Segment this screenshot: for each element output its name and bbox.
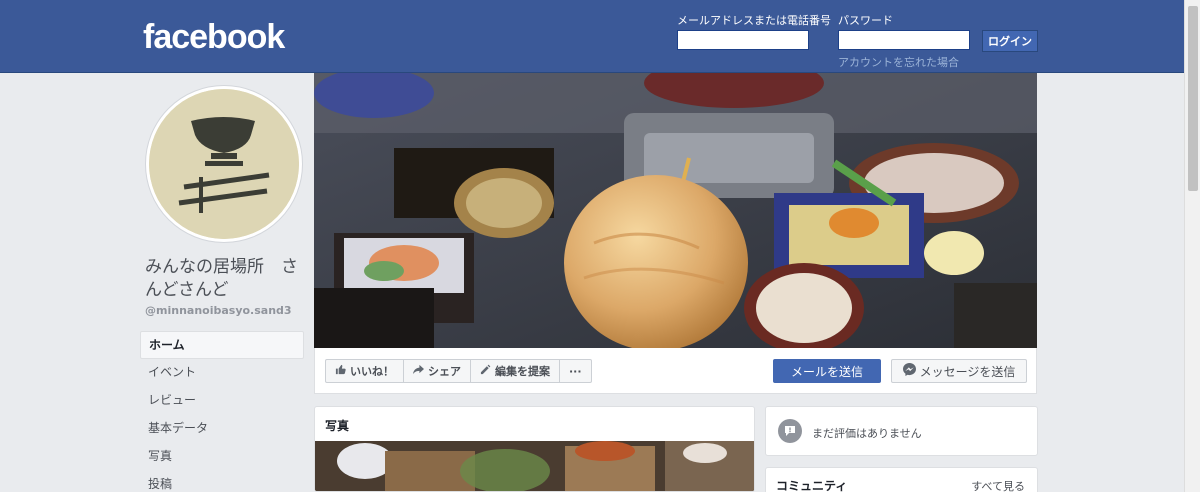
photos-section: 写真 (314, 406, 755, 492)
login-button[interactable]: ログイン (982, 30, 1038, 52)
nav-item-events[interactable]: イベント (140, 359, 304, 387)
page-title[interactable]: みんなの居場所 さんどさんど (145, 256, 305, 302)
password-label: パスワード (838, 14, 893, 27)
nav-item-photos[interactable]: 写真 (140, 443, 304, 471)
pencil-icon (480, 364, 491, 378)
send-email-button[interactable]: メールを送信 (773, 359, 881, 383)
no-reviews-text: まだ評価はありません (812, 427, 922, 440)
password-input[interactable] (838, 30, 970, 50)
nav-item-posts[interactable]: 投稿 (140, 471, 304, 492)
top-navigation-bar: facebook メールアドレスまたは電話番号 パスワード ログイン アカウント… (0, 0, 1184, 73)
send-message-label: メッセージを送信 (919, 364, 1016, 379)
forgot-account-link[interactable]: アカウントを忘れた場合 (838, 54, 959, 70)
photos-section-title[interactable]: 写真 (325, 417, 349, 434)
like-label: いいね！ (350, 365, 394, 378)
photos-preview[interactable] (315, 441, 754, 491)
nav-item-home[interactable]: ホーム (140, 331, 304, 359)
speech-bubble-icon (778, 419, 802, 443)
more-label: ··· (569, 364, 582, 378)
see-all-link[interactable]: すべて見る (971, 478, 1025, 492)
reviews-card: まだ評価はありません (765, 406, 1038, 456)
page-navigation: ホーム イベント レビュー 基本データ 写真 投稿 (140, 331, 304, 492)
more-options-button[interactable]: ··· (560, 360, 591, 382)
action-button-group: いいね！ シェア 編集を提案 ··· (325, 359, 592, 383)
bowl-logo-image (149, 89, 299, 239)
facebook-logo[interactable]: facebook (143, 18, 285, 57)
scrollbar-thumb[interactable] (1188, 6, 1198, 191)
nav-item-reviews[interactable]: レビュー (140, 387, 304, 415)
email-label: メールアドレスまたは電話番号 (677, 14, 831, 27)
community-title: コミュニティ (776, 479, 848, 492)
share-button[interactable]: シェア (404, 360, 471, 382)
page-scrollbar[interactable] (1184, 0, 1200, 492)
suggest-edit-label: 編集を提案 (495, 365, 550, 378)
cover-photo[interactable] (314, 73, 1037, 348)
thumbs-up-icon (335, 364, 346, 378)
community-card: コミュニティ すべて見る (765, 467, 1038, 492)
page-username[interactable]: @minnanoibasyo.sand3 (145, 304, 292, 317)
like-button[interactable]: いいね！ (326, 360, 404, 382)
send-message-button[interactable]: メッセージを送信 (891, 359, 1027, 383)
share-icon (413, 364, 424, 378)
profile-picture[interactable] (145, 85, 303, 243)
share-label: シェア (428, 365, 461, 378)
messenger-icon (902, 363, 916, 379)
nav-item-about[interactable]: 基本データ (140, 415, 304, 443)
suggest-edit-button[interactable]: 編集を提案 (471, 360, 560, 382)
page-action-bar: いいね！ シェア 編集を提案 ··· メールを送信 メッセージを送信 (314, 348, 1037, 394)
email-input[interactable] (677, 30, 809, 50)
